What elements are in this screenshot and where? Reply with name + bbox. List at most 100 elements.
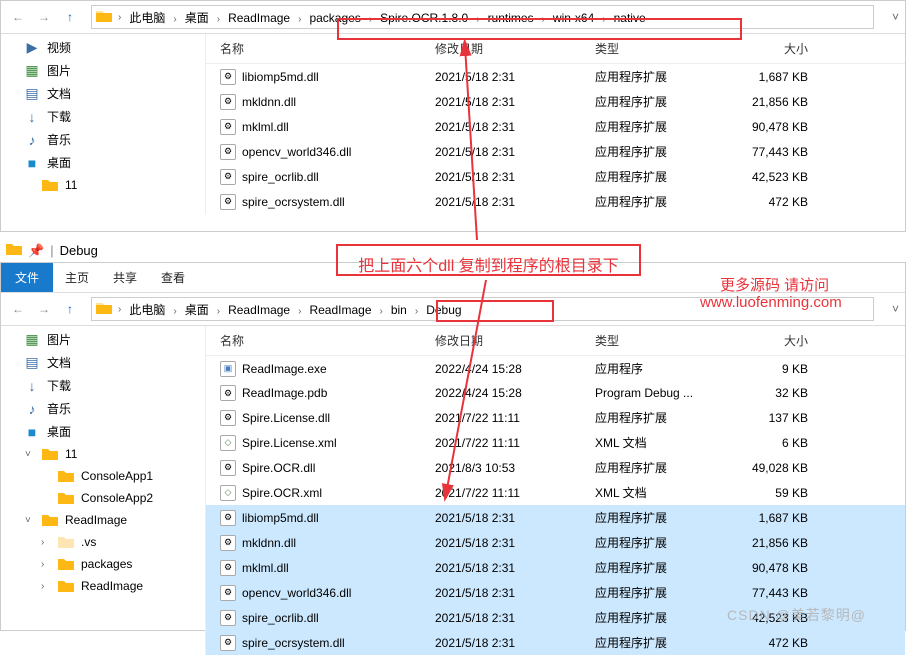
tree-item[interactable]: 11: [5, 174, 205, 196]
tree-item[interactable]: ˅11: [5, 443, 205, 465]
tree-item-label: 音乐: [47, 400, 71, 417]
tree-item[interactable]: ↓下载: [5, 374, 205, 397]
breadcrumb-item[interactable]: 桌面: [179, 301, 215, 319]
file-row[interactable]: ⚙spire_ocrlib.dll2021/5/18 2:31应用程序扩展42,…: [206, 164, 905, 189]
tree-item-label: 图片: [47, 62, 71, 79]
col-date[interactable]: 修改日期: [435, 332, 595, 349]
breadcrumb-item[interactable]: 桌面: [179, 9, 215, 27]
file-row[interactable]: ⚙libiomp5md.dll2021/5/18 2:31应用程序扩展1,687…: [206, 64, 905, 89]
breadcrumb-item[interactable]: bin: [385, 301, 413, 319]
nav-back-icon[interactable]: ←: [7, 6, 29, 28]
file-icon: ⚙: [220, 460, 236, 476]
col-type[interactable]: 类型: [595, 332, 730, 349]
folder-icon: [41, 446, 59, 462]
file-row[interactable]: ⚙opencv_world346.dll2021/5/18 2:31应用程序扩展…: [206, 580, 905, 605]
dropdown-icon[interactable]: ˅: [884, 302, 899, 316]
col-name[interactable]: 名称: [210, 332, 435, 349]
file-row[interactable]: ⚙spire_ocrsystem.dll2021/5/18 2:31应用程序扩展…: [206, 189, 905, 214]
tree-item-label: ConsoleApp2: [81, 491, 153, 505]
expand-icon[interactable]: ›: [41, 581, 51, 592]
file-type: 应用程序扩展: [595, 584, 730, 601]
col-date[interactable]: 修改日期: [435, 40, 595, 57]
breadcrumb-item[interactable]: ReadImage: [222, 301, 296, 319]
nav-back-icon[interactable]: ←: [7, 298, 29, 320]
tree-item[interactable]: ▤文档: [5, 351, 205, 374]
nav-up-icon[interactable]: ↑: [59, 6, 81, 28]
tree-item[interactable]: ■桌面: [5, 151, 205, 174]
tree-item[interactable]: ›packages: [5, 553, 205, 575]
nav-up-icon[interactable]: ↑: [59, 298, 81, 320]
tree-item[interactable]: ▶视频: [5, 36, 205, 59]
col-size[interactable]: 大小: [730, 332, 820, 349]
tree-item[interactable]: ♪音乐: [5, 128, 205, 151]
col-size[interactable]: 大小: [730, 40, 820, 57]
tree-item[interactable]: ˅ ReadImage: [5, 509, 205, 531]
nav-tree-bottom: ▦图片▤文档↓下载♪音乐■桌面˅11ConsoleApp1 ConsoleApp2…: [1, 326, 206, 655]
tree-item[interactable]: ConsoleApp1: [5, 465, 205, 487]
file-type: 应用程序扩展: [595, 409, 730, 426]
expand-icon[interactable]: ›: [41, 559, 51, 570]
tab-file[interactable]: 文件: [1, 263, 53, 292]
tree-item[interactable]: ▦图片: [5, 328, 205, 351]
file-row[interactable]: ⚙Spire.License.dll2021/7/22 11:11应用程序扩展1…: [206, 405, 905, 430]
expand-icon[interactable]: ›: [41, 537, 51, 548]
file-name: Spire.License.dll: [242, 411, 330, 425]
file-row[interactable]: ⚙mklml.dll2021/5/18 2:31应用程序扩展90,478 KB: [206, 555, 905, 580]
col-name[interactable]: 名称: [210, 40, 435, 57]
file-icon: ◇: [220, 435, 236, 451]
breadcrumb-item[interactable]: 此电脑: [123, 9, 171, 27]
col-type[interactable]: 类型: [595, 40, 730, 57]
file-row[interactable]: ⚙opencv_world346.dll2021/5/18 2:31应用程序扩展…: [206, 139, 905, 164]
file-date: 2021/7/22 11:11: [435, 486, 595, 500]
file-icon: ⚙: [220, 194, 236, 210]
dropdown-icon[interactable]: ˅: [884, 10, 899, 24]
tree-item[interactable]: ↓下载: [5, 105, 205, 128]
tree-item[interactable]: ♪音乐: [5, 397, 205, 420]
file-icon: ⚙: [220, 635, 236, 651]
file-icon: ⚙: [220, 610, 236, 626]
file-size: 21,856 KB: [730, 536, 820, 550]
file-size: 9 KB: [730, 362, 820, 376]
tree-item[interactable]: ›.vs: [5, 531, 205, 553]
column-header[interactable]: 名称 修改日期 类型 大小: [206, 326, 905, 356]
file-row[interactable]: ⚙ReadImage.pdb2022/4/24 15:28Program Deb…: [206, 381, 905, 405]
tree-item[interactable]: ■桌面: [5, 420, 205, 443]
breadcrumb-item[interactable]: ReadImage: [222, 9, 296, 27]
breadcrumb-item[interactable]: 此电脑: [123, 301, 171, 319]
file-row[interactable]: ⚙mklml.dll2021/5/18 2:31应用程序扩展90,478 KB: [206, 114, 905, 139]
file-size: 59 KB: [730, 486, 820, 500]
window-title-bottom: 📌 | Debug: [6, 242, 98, 259]
tree-item[interactable]: ConsoleApp2: [5, 487, 205, 509]
file-icon: ⚙: [220, 169, 236, 185]
expand-icon[interactable]: ˅: [25, 449, 35, 460]
file-row[interactable]: ⚙mkldnn.dll2021/5/18 2:31应用程序扩展21,856 KB: [206, 89, 905, 114]
file-row[interactable]: ⚙Spire.OCR.dll2021/8/3 10:53应用程序扩展49,028…: [206, 455, 905, 480]
file-row[interactable]: ⚙libiomp5md.dll2021/5/18 2:31应用程序扩展1,687…: [206, 505, 905, 530]
tab-home[interactable]: 主页: [53, 263, 101, 292]
file-date: 2021/5/18 2:31: [435, 611, 595, 625]
file-icon: ⚙: [220, 69, 236, 85]
file-row[interactable]: ◇Spire.License.xml2021/7/22 11:11XML 文档6…: [206, 430, 905, 455]
file-type: 应用程序扩展: [595, 559, 730, 576]
tab-share[interactable]: 共享: [101, 263, 149, 292]
breadcrumb-item[interactable]: ReadImage: [303, 301, 377, 319]
tree-item[interactable]: ▤文档: [5, 82, 205, 105]
file-row[interactable]: ⚙mkldnn.dll2021/5/18 2:31应用程序扩展21,856 KB: [206, 530, 905, 555]
annotation-box-breadcrumb-top: [337, 18, 742, 40]
tree-item[interactable]: ›ReadImage: [5, 575, 205, 597]
downloads-icon: ↓: [23, 378, 41, 394]
tree-item-label: ReadImage: [65, 513, 127, 527]
tab-view[interactable]: 查看: [149, 263, 197, 292]
file-row[interactable]: ◇Spire.OCR.xml2021/7/22 11:11XML 文档59 KB: [206, 480, 905, 505]
annotation-box-breadcrumb-bottom: [436, 300, 554, 322]
file-type: 应用程序扩展: [595, 93, 730, 110]
file-row[interactable]: ⚙spire_ocrsystem.dll2021/5/18 2:31应用程序扩展…: [206, 630, 905, 655]
file-row[interactable]: ▣ReadImage.exe2022/4/24 15:28应用程序9 KB: [206, 356, 905, 381]
file-size: 1,687 KB: [730, 70, 820, 84]
chevron-icon: ›: [116, 304, 123, 315]
tree-item[interactable]: ▦图片: [5, 59, 205, 82]
expand-icon[interactable]: ˅: [25, 515, 35, 526]
chevron-icon: ›: [378, 306, 385, 317]
file-date: 2021/5/18 2:31: [435, 586, 595, 600]
file-type: 应用程序扩展: [595, 509, 730, 526]
